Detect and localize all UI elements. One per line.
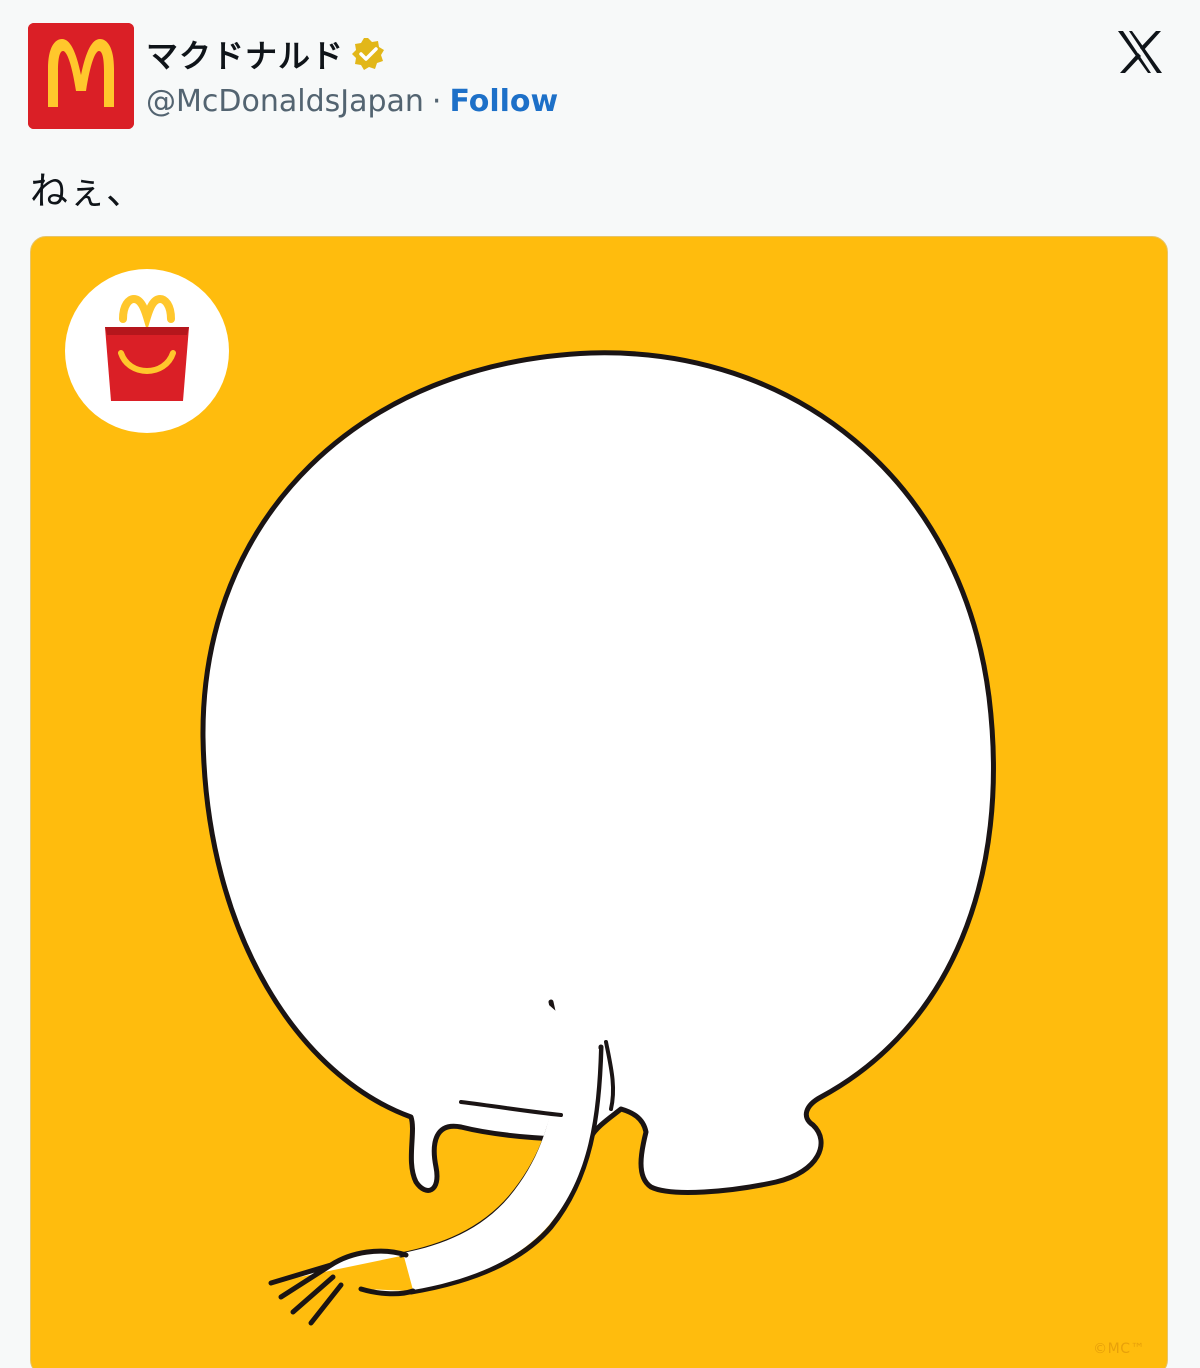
verified-badge-icon <box>352 38 385 70</box>
mcdonalds-arches-logo-icon <box>28 23 134 129</box>
happy-meal-badge <box>65 269 229 433</box>
copyright-mark: ©MC™ <box>1093 1341 1145 1357</box>
fork-hand <box>268 1248 416 1326</box>
avatar[interactable] <box>28 23 134 129</box>
tweet-media-image[interactable]: ©MC™ <box>30 236 1168 1368</box>
handle-row: @McDonaldsJapan · Follow <box>146 77 558 125</box>
display-name[interactable]: マクドナルド <box>146 31 344 77</box>
tweet-header: マクドナルド @McDonaldsJapan · Follow <box>28 23 1172 129</box>
name-row: マクドナルド <box>146 31 558 77</box>
x-logo-icon[interactable] <box>1116 29 1164 75</box>
separator-dot: · <box>431 83 442 119</box>
tweet-text: ねぇ、 <box>30 169 145 213</box>
user-handle[interactable]: @McDonaldsJapan <box>146 84 424 119</box>
tweet-card: マクドナルド @McDonaldsJapan · Follow ねぇ、 ©MC™ <box>0 0 1200 1368</box>
follow-button[interactable]: Follow <box>449 84 558 119</box>
happy-meal-box-icon <box>105 294 189 401</box>
user-info: マクドナルド @McDonaldsJapan · Follow <box>146 31 558 125</box>
